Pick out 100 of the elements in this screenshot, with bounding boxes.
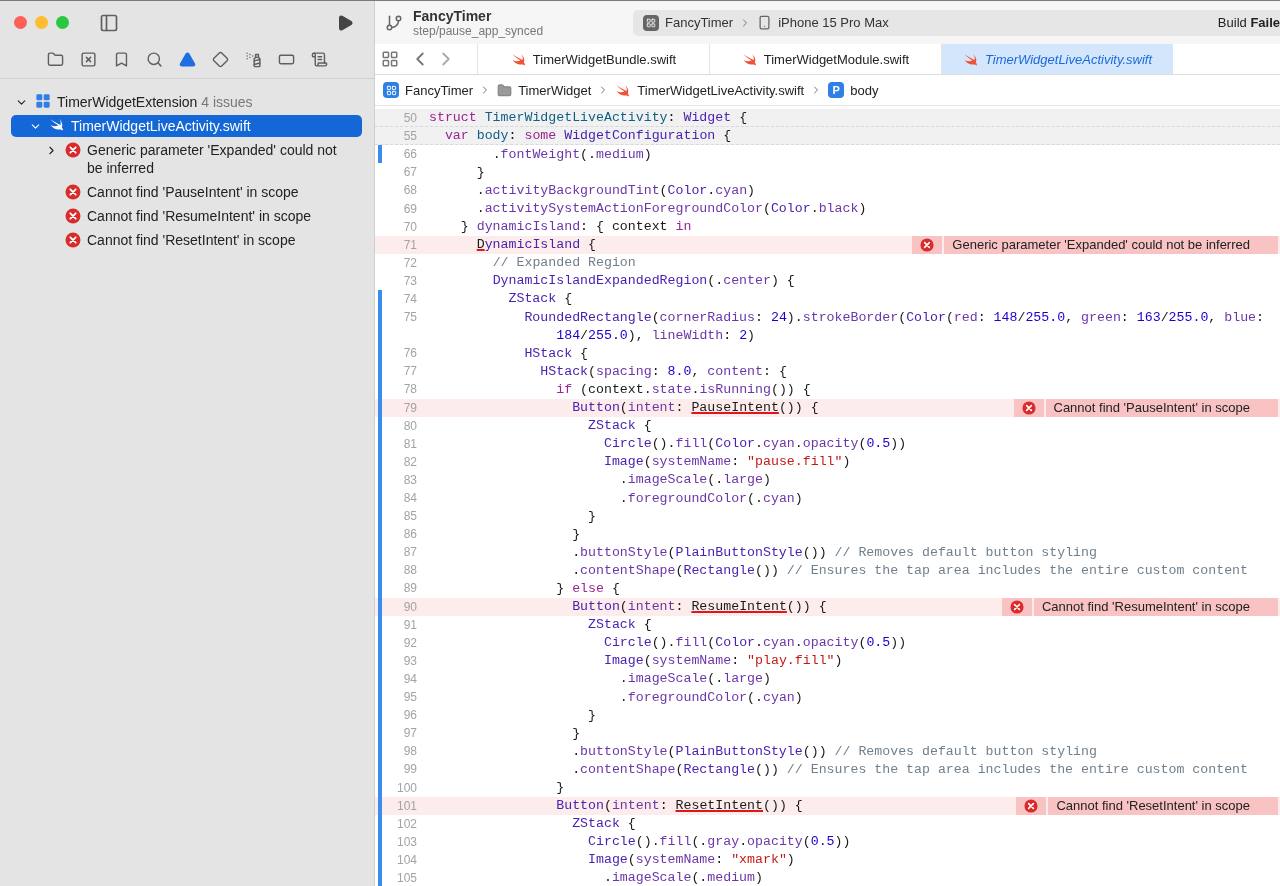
code-line: .contentShape(Rectangle()) // Ensures the tap area includes the entire custom content — [571, 562, 1248, 578]
line-number: 55 — [402, 128, 417, 143]
line-number: 96 — [402, 708, 417, 723]
code-line: .foregroundColor(.cyan) — [618, 490, 803, 506]
line-number: 99 — [402, 762, 417, 777]
code-line: } — [571, 725, 581, 741]
code-line: } dynamicIsland: { context in — [459, 219, 692, 235]
code-line: ZStack { — [587, 617, 652, 633]
code-line: } else { — [555, 581, 620, 596]
code-line: } — [571, 526, 581, 542]
code-line: ZStack { — [587, 418, 652, 434]
line-number: 102 — [395, 816, 417, 831]
line-number: 97 — [402, 726, 417, 741]
code-line: var body: some WidgetConfiguration { — [443, 128, 732, 144]
error-message: Cannot find 'ResetIntent' in scope — [1048, 796, 1278, 815]
code-line: } — [555, 780, 565, 795]
breadcrumb-item[interactable]: TimerWidgetLiveActivity.swift — [637, 82, 805, 98]
code-line-continuation: 184/255.0), lineWidth: 2) — [555, 327, 756, 343]
code-editor[interactable] — [375, 106, 1280, 886]
issue-row[interactable]: Cannot find 'PauseIntent' in scope — [11, 181, 362, 203]
breadcrumb-item[interactable]: body — [850, 82, 879, 98]
line-number: 79 — [402, 400, 417, 415]
group-name: TimerWidgetExtension 4 issues — [57, 93, 253, 111]
branch-icon — [385, 13, 403, 32]
error-icon — [65, 184, 81, 200]
issue-group-row[interactable]: TimerWidgetExtension 4 issues — [11, 91, 362, 113]
line-number: 77 — [402, 364, 417, 379]
code-line: Circle().fill(Color.cyan.opacity(0.5)) — [602, 436, 907, 452]
line-number: 105 — [395, 871, 417, 885]
error-icon — [1013, 398, 1044, 417]
code-line: .contentShape(Rectangle()) // Ensures the tap area includes the entire custom content — [571, 761, 1248, 777]
code-line: } — [587, 707, 596, 723]
code-line: DynamicIslandExpandedRegion(.center) { — [491, 273, 795, 289]
code-line: Circle().fill(Color.cyan.opacity(0.5)) — [602, 635, 907, 651]
scheme-name[interactable]: FancyTimer — [665, 15, 734, 30]
editor-tab[interactable]: TimerWidgetLiveActivity.swift — [941, 44, 1173, 74]
destination-name[interactable]: iPhone 15 Pro Max — [778, 15, 889, 30]
issue-message: Cannot find 'PauseIntent' in scope — [87, 183, 300, 201]
folder-icon — [497, 82, 513, 98]
code-line: HStack { — [523, 345, 589, 361]
phone-icon — [757, 15, 773, 30]
issue-message: Generic parameter 'Expanded' could not be inferred — [87, 141, 338, 177]
line-number: 88 — [402, 563, 417, 578]
error-message: Cannot find 'PauseIntent' in scope — [1045, 398, 1278, 417]
issue-message: Cannot find 'ResetIntent' in scope — [87, 231, 297, 249]
line-number: 101 — [395, 798, 417, 813]
error-icon — [1001, 597, 1032, 616]
code-line: .buttonStyle(PlainButtonStyle()) // Removes default button styling — [571, 544, 1097, 560]
code-line: ZStack { — [571, 816, 636, 832]
error-icon — [912, 235, 943, 254]
issue-row[interactable]: Generic parameter 'Expanded' could not be inferred — [11, 139, 362, 179]
code-line: .foregroundColor(.cyan) — [618, 689, 803, 705]
breadcrumb-item[interactable]: FancyTimer — [405, 82, 474, 98]
issue-row[interactable]: Cannot find 'ResumeIntent' in scope — [11, 205, 362, 227]
line-number: 81 — [402, 436, 417, 451]
app-icon — [383, 82, 399, 98]
code-line: HStack(spacing: 8.0, content: { — [539, 363, 787, 379]
code-line: .buttonStyle(PlainButtonStyle()) // Removes default button styling — [571, 743, 1097, 759]
breadcrumb-item[interactable]: TimerWidget — [518, 82, 592, 98]
issue-row[interactable]: Cannot find 'ResetIntent' in scope — [11, 229, 362, 251]
code-line: Circle().fill(.gray.opacity(0.5)) — [587, 834, 851, 850]
code-line: .fontWeight(.medium) — [491, 146, 652, 162]
line-number: 93 — [402, 653, 417, 668]
line-number: 91 — [402, 617, 417, 632]
line-number: 95 — [402, 690, 417, 705]
line-number: 70 — [402, 219, 417, 234]
code-line: Image(systemName: "xmark") — [587, 852, 795, 868]
error-icon — [65, 208, 81, 224]
line-number: 68 — [402, 183, 417, 198]
line-number: 69 — [402, 201, 417, 216]
code-line: .activitySystemActionForegroundColor(Color.black) — [475, 201, 867, 216]
extension-icon — [35, 93, 51, 109]
line-number: 74 — [402, 292, 417, 306]
line-number: 85 — [402, 509, 417, 524]
grid-icon[interactable] — [381, 50, 399, 68]
code-line: .imageScale(.large) — [618, 671, 771, 687]
code-line: Button(intent: PauseIntent()) { — [571, 400, 819, 416]
line-number: 84 — [402, 491, 417, 505]
line-number: 86 — [402, 527, 417, 542]
code-line: Button(intent: ResumeIntent()) { — [571, 599, 827, 615]
code-line: } — [587, 508, 596, 524]
error-icon — [65, 232, 81, 248]
line-number: 66 — [402, 147, 417, 162]
code-line: ZStack { — [507, 291, 573, 307]
code-line: Button(intent: ResetIntent()) { — [555, 798, 803, 814]
error-icon — [65, 142, 81, 158]
line-number: 94 — [402, 671, 417, 686]
code-line: struct TimerWidgetLiveActivity: Widget { — [429, 110, 748, 126]
file-row[interactable]: TimerWidgetLiveActivity.swift — [11, 115, 362, 137]
code-line: } — [475, 164, 485, 180]
line-number: 80 — [402, 418, 417, 433]
code-line: // Expanded Region — [491, 255, 636, 271]
line-number: 98 — [402, 744, 417, 759]
error-message: Generic parameter 'Expanded' could not be inferred — [944, 235, 1278, 254]
line-number: 89 — [402, 581, 417, 596]
code-line: RoundedRectangle(cornerRadius: 24).strokeBorder(Color(red: 148/255.0, green: 163/255.0, blue: — [523, 309, 1264, 325]
property-badge: P — [828, 82, 845, 98]
code-line: Image(systemName: "pause.fill") — [602, 454, 851, 470]
line-number: 71 — [402, 237, 417, 252]
line-number: 87 — [402, 545, 417, 560]
